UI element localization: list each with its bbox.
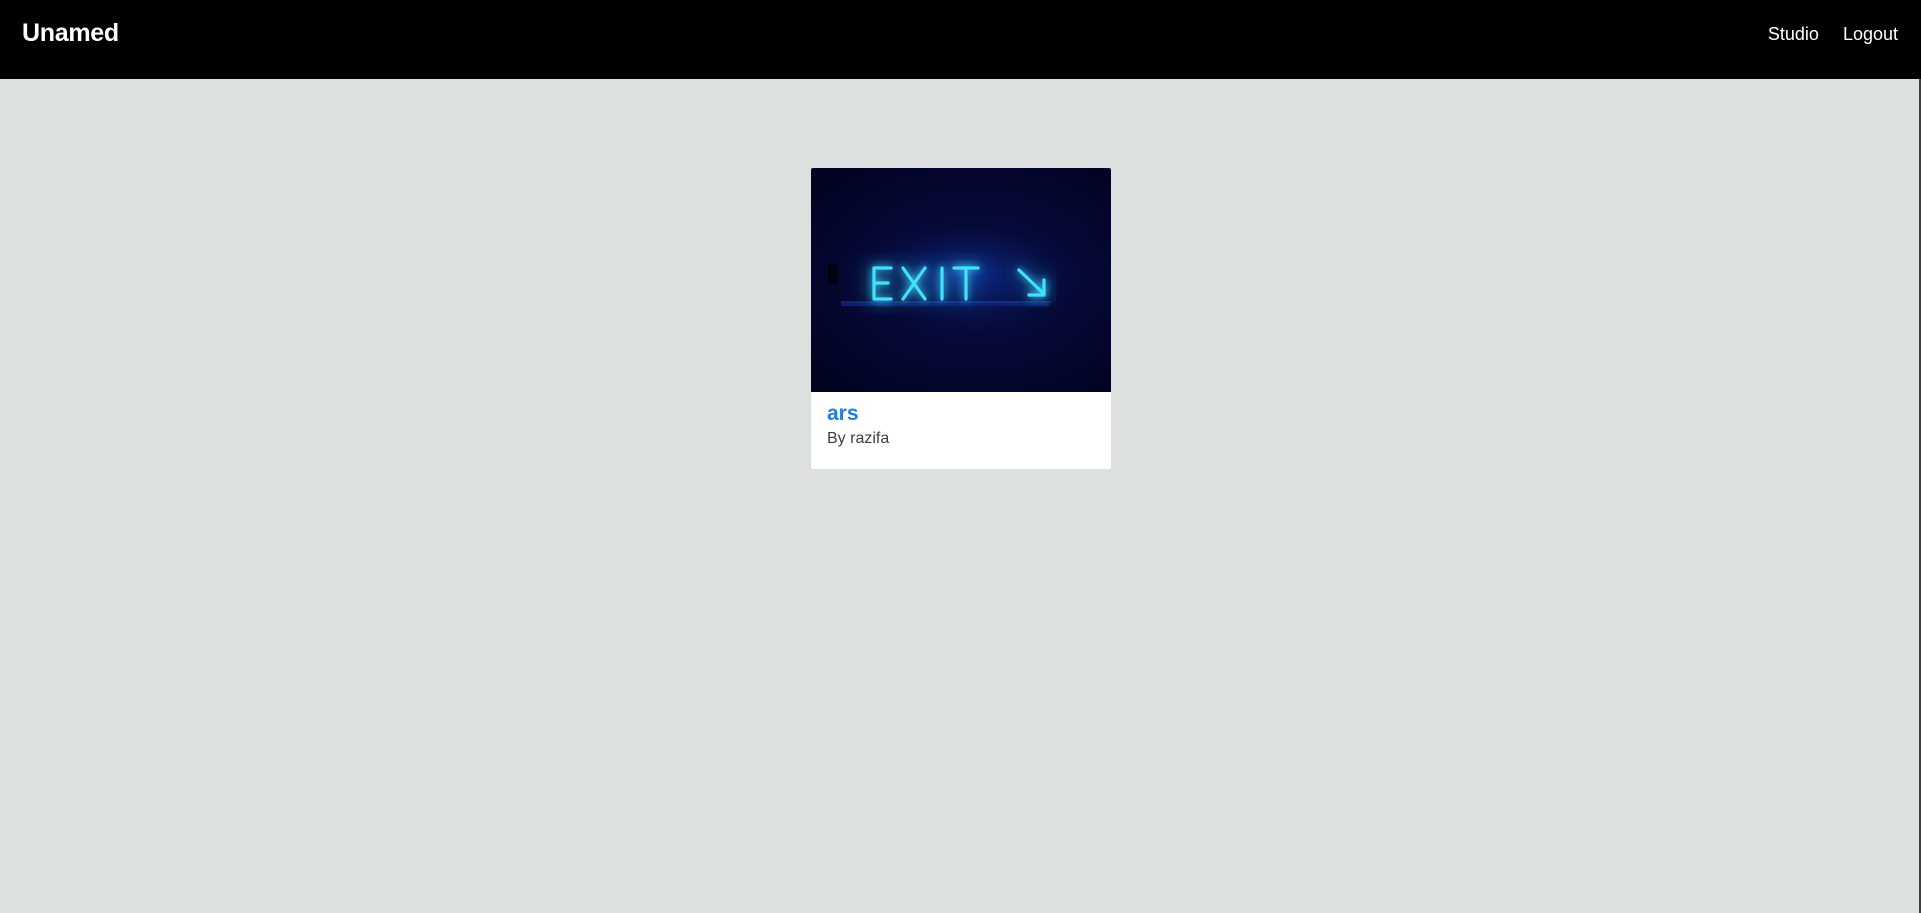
nav-links: Studio Logout (1768, 24, 1898, 45)
nav-link-logout[interactable]: Logout (1843, 24, 1898, 45)
card-author: By razifa (827, 430, 890, 447)
project-card[interactable]: ars By razifa (811, 168, 1111, 469)
navbar: Unamed Studio Logout (0, 0, 1921, 79)
neon-exit-sign-image (821, 225, 1101, 335)
brand-logo[interactable]: Unamed (22, 19, 119, 48)
card-body: ars By razifa (811, 392, 1111, 449)
card-title-link[interactable]: ars (827, 401, 1095, 427)
nav-link-studio[interactable]: Studio (1768, 24, 1819, 45)
page: Unamed Studio Logout ars By razifa (0, 0, 1921, 913)
card-thumbnail[interactable] (811, 168, 1111, 392)
